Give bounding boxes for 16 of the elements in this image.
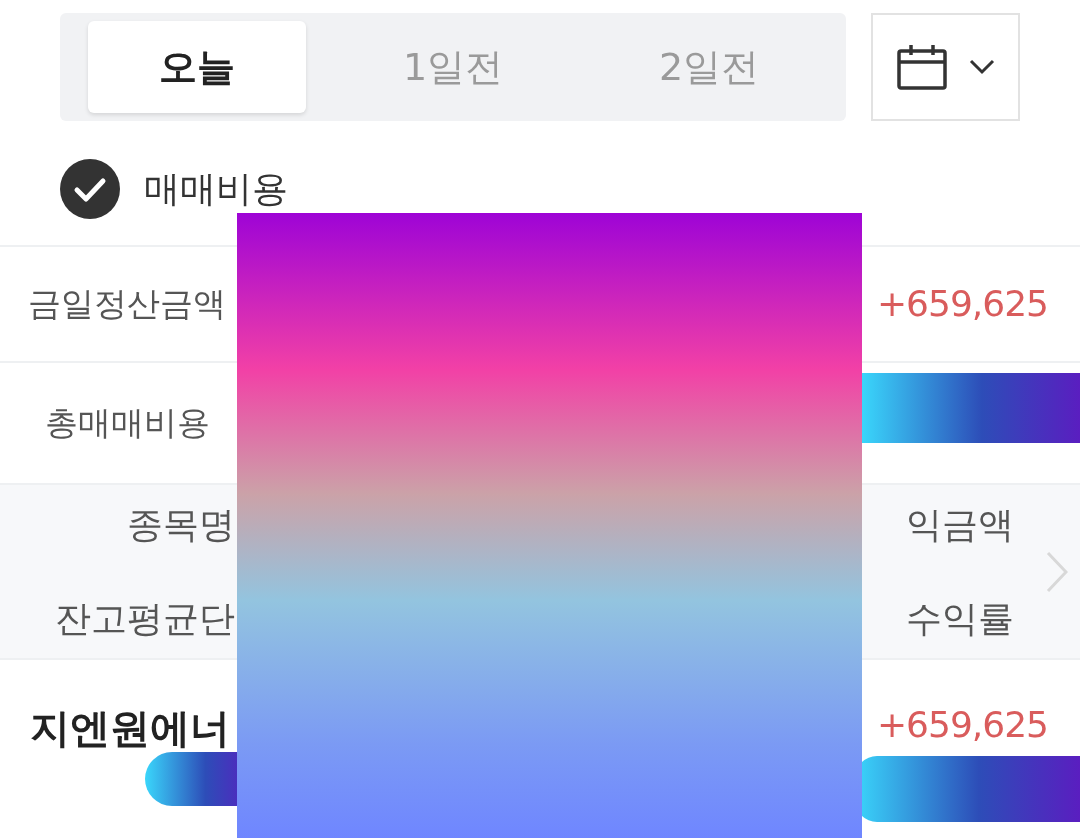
column-header: 종목명	[127, 502, 235, 547]
column-header: 잔고평균단	[55, 596, 235, 641]
tab[interactable]: 1일전	[344, 21, 562, 113]
tab[interactable]: 2일전	[600, 21, 818, 113]
summary-value: +659,625	[876, 282, 1049, 326]
column-header: 익금액	[906, 502, 1014, 547]
checkbox[interactable]	[60, 159, 120, 219]
summary-label: 총매매비용	[44, 402, 210, 445]
stock-name: 지엔원에너	[29, 704, 230, 753]
column-header: 수익률	[906, 596, 1014, 641]
calendar-icon	[896, 44, 947, 90]
option-label: 매매비용	[144, 167, 288, 211]
date-picker-button[interactable]	[871, 13, 1020, 121]
profit-value: +659,625	[876, 703, 1049, 747]
summary-label: 금일정산금액	[27, 283, 226, 326]
tab[interactable]: 오늘	[88, 21, 306, 113]
